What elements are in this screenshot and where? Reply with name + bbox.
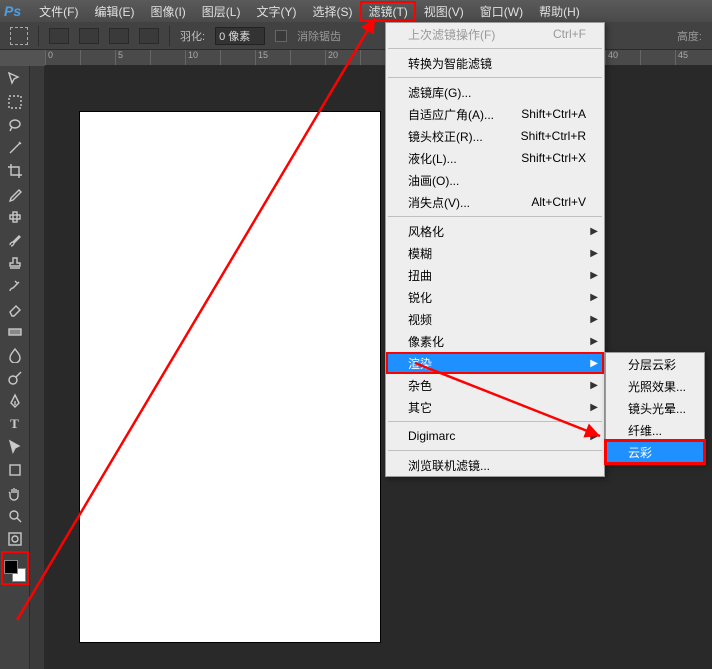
eraser-tool-icon[interactable] bbox=[4, 298, 26, 320]
separator bbox=[388, 450, 602, 451]
pen-tool-icon[interactable] bbox=[4, 390, 26, 412]
history-brush-tool-icon[interactable] bbox=[4, 275, 26, 297]
submenu-arrow-icon: ▶ bbox=[590, 248, 598, 259]
filter-menu: 上次滤镜操作(F)Ctrl+F 转换为智能滤镜 滤镜库(G)... 自适应广角(… bbox=[385, 22, 605, 477]
selection-mode-new[interactable] bbox=[49, 28, 69, 44]
wand-tool-icon[interactable] bbox=[4, 137, 26, 159]
menu-view[interactable]: 视图(V) bbox=[416, 1, 472, 22]
filter-adaptive[interactable]: 自适应广角(A)...Shift+Ctrl+A bbox=[386, 103, 604, 125]
submenu-arrow-icon: ▶ bbox=[590, 292, 598, 303]
separator bbox=[38, 26, 39, 46]
menubar: Ps 文件(F) 编辑(E) 图像(I) 图层(L) 文字(Y) 选择(S) 滤… bbox=[0, 0, 712, 22]
render-lens-flare[interactable]: 镜头光晕... bbox=[606, 397, 704, 419]
filter-pixelate[interactable]: 像素化▶ bbox=[386, 330, 604, 352]
ruler-vertical bbox=[30, 66, 45, 669]
filter-video[interactable]: 视频▶ bbox=[386, 308, 604, 330]
toolbar: T bbox=[0, 66, 30, 669]
filter-oil[interactable]: 油画(O)... bbox=[386, 169, 604, 191]
submenu-arrow-icon: ▶ bbox=[590, 380, 598, 391]
separator bbox=[388, 48, 602, 49]
menu-filter[interactable]: 滤镜(T) bbox=[360, 1, 415, 22]
filter-browse[interactable]: 浏览联机滤镜... bbox=[386, 454, 604, 476]
separator bbox=[169, 26, 170, 46]
canvas[interactable] bbox=[80, 112, 380, 642]
submenu-arrow-icon: ▶ bbox=[590, 402, 598, 413]
submenu-arrow-icon: ▶ bbox=[590, 358, 598, 369]
stamp-tool-icon[interactable] bbox=[4, 252, 26, 274]
color-swatch-highlight bbox=[1, 551, 29, 585]
render-clouds[interactable]: 云彩 bbox=[606, 441, 704, 463]
crop-tool-icon[interactable] bbox=[4, 160, 26, 182]
feather-label: 羽化: bbox=[180, 28, 205, 44]
selection-mode-intersect[interactable] bbox=[139, 28, 159, 44]
submenu-arrow-icon: ▶ bbox=[590, 336, 598, 347]
eyedropper-tool-icon[interactable] bbox=[4, 183, 26, 205]
menu-window[interactable]: 窗口(W) bbox=[472, 1, 531, 22]
submenu-arrow-icon: ▶ bbox=[590, 431, 598, 442]
menu-layer[interactable]: 图层(L) bbox=[194, 1, 249, 22]
separator bbox=[388, 77, 602, 78]
filter-blur[interactable]: 模糊▶ bbox=[386, 242, 604, 264]
filter-vanish[interactable]: 消失点(V)...Alt+Ctrl+V bbox=[386, 191, 604, 213]
marquee-tool-icon[interactable] bbox=[4, 91, 26, 113]
menu-select[interactable]: 选择(S) bbox=[304, 1, 360, 22]
filter-liquify[interactable]: 液化(L)...Shift+Ctrl+X bbox=[386, 147, 604, 169]
type-tool-icon[interactable]: T bbox=[4, 413, 26, 435]
filter-noise[interactable]: 杂色▶ bbox=[386, 374, 604, 396]
hand-tool-icon[interactable] bbox=[4, 482, 26, 504]
foreground-color[interactable] bbox=[4, 560, 18, 574]
separator bbox=[388, 421, 602, 422]
filter-render[interactable]: 渲染▶ bbox=[386, 352, 604, 374]
submenu-arrow-icon: ▶ bbox=[590, 270, 598, 281]
render-lighting[interactable]: 光照效果... bbox=[606, 375, 704, 397]
filter-last[interactable]: 上次滤镜操作(F)Ctrl+F bbox=[386, 23, 604, 45]
filter-distort[interactable]: 扭曲▶ bbox=[386, 264, 604, 286]
render-submenu: 分层云彩 光照效果... 镜头光晕... 纤维... 云彩 bbox=[605, 352, 705, 464]
menu-help[interactable]: 帮助(H) bbox=[531, 1, 588, 22]
filter-other[interactable]: 其它▶ bbox=[386, 396, 604, 418]
height-label: 高度: bbox=[677, 28, 702, 44]
shape-tool-icon[interactable] bbox=[4, 459, 26, 481]
color-swatch[interactable] bbox=[4, 560, 26, 582]
render-fibers[interactable]: 纤维... bbox=[606, 419, 704, 441]
blur-tool-icon[interactable] bbox=[4, 344, 26, 366]
filter-digimarc[interactable]: Digimarc▶ bbox=[386, 425, 604, 447]
antialias-label: 消除锯齿 bbox=[297, 28, 341, 44]
filter-smart[interactable]: 转换为智能滤镜 bbox=[386, 52, 604, 74]
menu-type[interactable]: 文字(Y) bbox=[248, 1, 304, 22]
selection-mode-sub[interactable] bbox=[109, 28, 129, 44]
menu-file[interactable]: 文件(F) bbox=[31, 1, 86, 22]
render-diff-clouds[interactable]: 分层云彩 bbox=[606, 353, 704, 375]
brush-tool-icon[interactable] bbox=[4, 229, 26, 251]
quickmask-icon[interactable] bbox=[4, 528, 26, 550]
filter-stylize[interactable]: 风格化▶ bbox=[386, 220, 604, 242]
lasso-tool-icon[interactable] bbox=[4, 114, 26, 136]
options-bar: 羽化: 消除锯齿 高度: bbox=[0, 22, 712, 50]
menu-edit[interactable]: 编辑(E) bbox=[86, 1, 142, 22]
filter-sharpen[interactable]: 锐化▶ bbox=[386, 286, 604, 308]
tool-preset-icon[interactable] bbox=[10, 27, 28, 45]
heal-tool-icon[interactable] bbox=[4, 206, 26, 228]
submenu-arrow-icon: ▶ bbox=[590, 314, 598, 325]
separator bbox=[388, 216, 602, 217]
filter-lens[interactable]: 镜头校正(R)...Shift+Ctrl+R bbox=[386, 125, 604, 147]
dodge-tool-icon[interactable] bbox=[4, 367, 26, 389]
selection-mode-add[interactable] bbox=[79, 28, 99, 44]
gradient-tool-icon[interactable] bbox=[4, 321, 26, 343]
menu-image[interactable]: 图像(I) bbox=[142, 1, 193, 22]
ps-logo: Ps bbox=[4, 3, 21, 19]
zoom-tool-icon[interactable] bbox=[4, 505, 26, 527]
move-tool-icon[interactable] bbox=[4, 68, 26, 90]
ruler-horizontal: 0 5 10 15 20 25 30 35 40 45 bbox=[45, 50, 712, 66]
submenu-arrow-icon: ▶ bbox=[590, 226, 598, 237]
feather-input[interactable] bbox=[215, 27, 265, 45]
antialias-checkbox[interactable] bbox=[275, 30, 287, 42]
filter-gallery[interactable]: 滤镜库(G)... bbox=[386, 81, 604, 103]
path-select-tool-icon[interactable] bbox=[4, 436, 26, 458]
